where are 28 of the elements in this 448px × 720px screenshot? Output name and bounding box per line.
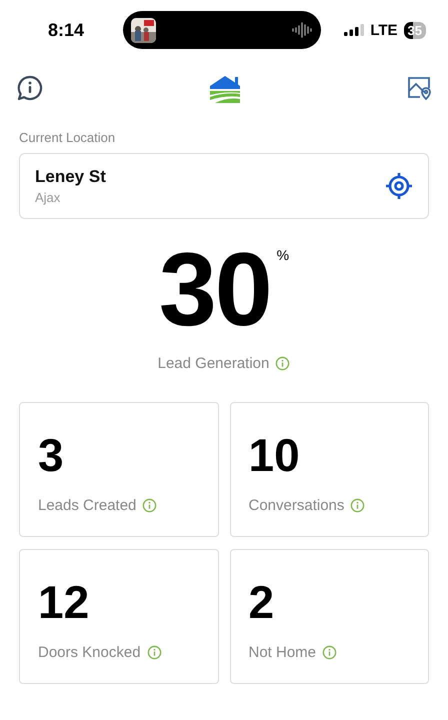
stat-label: Conversations: [248, 497, 344, 514]
waveform-icon: [291, 22, 313, 38]
lead-percentage: 30: [158, 245, 271, 335]
stat-label: Not Home: [248, 644, 316, 661]
stat-label: Doors Knocked: [38, 644, 141, 661]
info-icon[interactable]: [275, 356, 290, 371]
network-label: LTE: [370, 22, 398, 38]
stat-value: 3: [38, 431, 65, 479]
stat-value: 12: [38, 578, 90, 626]
info-icon[interactable]: [146, 645, 162, 660]
stat-value: 10: [248, 431, 301, 479]
location-card[interactable]: Leney St Ajax: [19, 153, 429, 219]
percent-unit: %: [276, 247, 290, 265]
dynamic-island[interactable]: [123, 11, 321, 49]
section-label: Current Location: [19, 130, 116, 145]
metric-label: Lead Generation: [158, 355, 270, 372]
map-pin-icon[interactable]: [406, 75, 432, 101]
stat-label: Leads Created: [38, 497, 136, 514]
info-icon[interactable]: [322, 645, 338, 660]
city-name: Ajax: [35, 190, 62, 205]
info-icon[interactable]: [350, 498, 366, 513]
locate-icon[interactable]: [385, 172, 413, 200]
clock-time: 8:14: [48, 20, 86, 40]
info-icon[interactable]: [142, 498, 158, 513]
info-chat-icon[interactable]: [16, 74, 44, 102]
signal-icon: [344, 24, 364, 36]
street-name: Leney St: [35, 167, 106, 187]
stat-value: 2: [248, 578, 276, 626]
